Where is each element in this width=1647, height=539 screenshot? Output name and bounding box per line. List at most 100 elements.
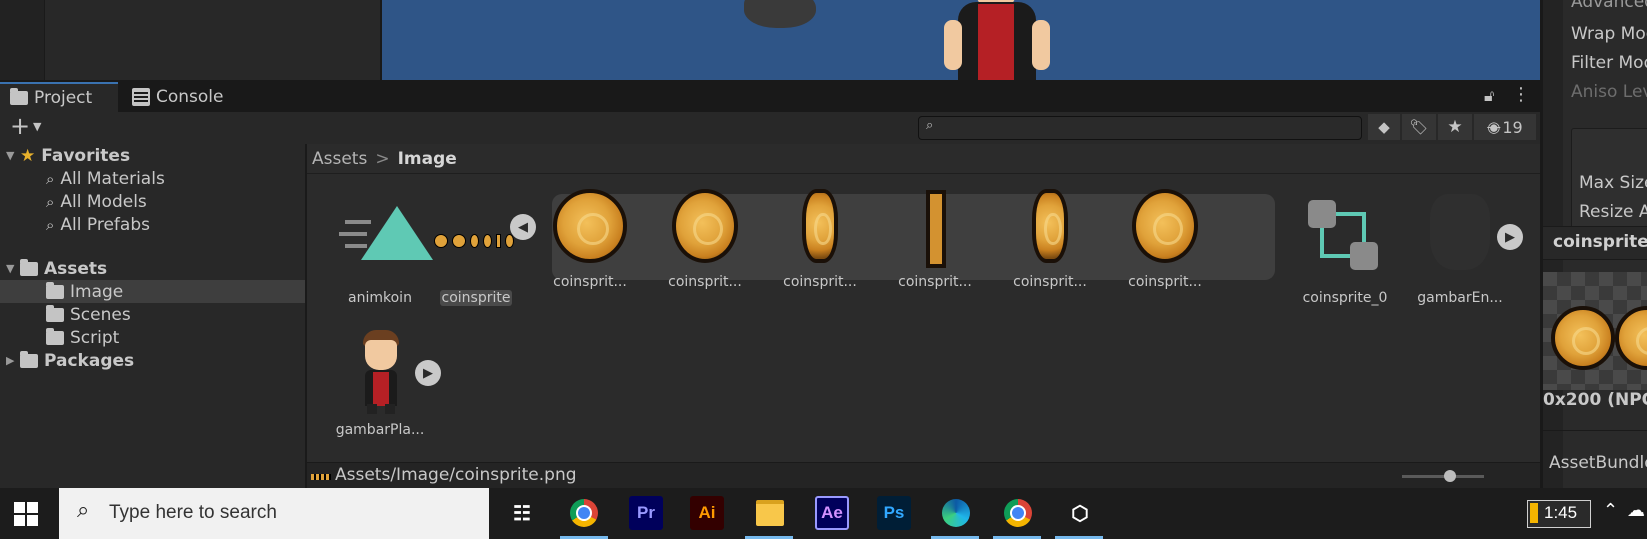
inspector-wrap-mode-label: Wrap Mod: [1571, 24, 1647, 44]
favorite-button[interactable]: ★: [1438, 114, 1472, 140]
chrome-icon[interactable]: [567, 496, 601, 530]
asset-coin-frame[interactable]: coinsprit...: [995, 184, 1105, 314]
folder-icon: [20, 350, 38, 368]
file-explorer-icon[interactable]: [753, 496, 787, 530]
edge-icon[interactable]: [939, 496, 973, 530]
asset-coin-frame[interactable]: coinsprit...: [535, 184, 645, 314]
preview-size-label: 0x200 (NPOT: [1543, 390, 1647, 410]
tree-favorites[interactable]: ▼ ★ Favorites: [6, 144, 130, 167]
coin-frame-thumbnail: [802, 189, 838, 263]
illustrator-icon[interactable]: Ai: [690, 496, 724, 530]
slider-handle[interactable]: [1444, 470, 1456, 482]
breadcrumb-separator: >: [375, 148, 390, 169]
scene-player-sprite: [938, 0, 1054, 80]
packages-label: Packages: [44, 350, 135, 371]
asset-label: animkoin: [348, 290, 412, 306]
after-effects-icon[interactable]: Ae: [815, 496, 849, 530]
tab-console-label: Console: [156, 87, 224, 107]
tab-project[interactable]: Project: [0, 82, 118, 112]
favorite-item[interactable]: ⌕ All Prefabs: [46, 213, 150, 236]
hierarchy-panel: [45, 0, 382, 80]
preview-header: coinsprite: [1543, 226, 1647, 260]
expand-subassets-button[interactable]: ▶: [415, 360, 441, 386]
asset-label: coinsprit...: [553, 274, 627, 290]
tree-assets[interactable]: ▼ Assets: [6, 257, 107, 280]
tab-project-label: Project: [34, 88, 93, 108]
folder-label: Scenes: [70, 304, 131, 325]
inspector-panel: Advanced Wrap Mod Filter Mod Aniso Lev M…: [1541, 0, 1647, 488]
asset-label: coinsprite_0: [1302, 290, 1388, 306]
project-tabbar: Project Console 🔓︎ ⋮: [0, 82, 1540, 112]
create-plus-icon[interactable]: +: [10, 112, 30, 140]
player-sprite-thumbnail: [355, 330, 407, 414]
favorite-label: All Materials: [60, 168, 165, 189]
asset-coin-frame[interactable]: coinsprit...: [880, 184, 990, 314]
create-dropdown-icon[interactable]: ▼: [33, 120, 41, 133]
coin-frame-thumbnail: [1132, 189, 1198, 263]
collapse-subassets-button[interactable]: ◀: [510, 214, 536, 240]
expand-subassets-button[interactable]: ▶: [1497, 224, 1523, 250]
tree-packages[interactable]: ▶ Packages: [6, 349, 134, 372]
asset-coinsprite[interactable]: coinsprite: [420, 184, 530, 314]
windows-start-button[interactable]: [14, 502, 38, 526]
coin-frame-thumbnail: [926, 190, 946, 268]
collapse-triangle-icon[interactable]: ▶: [6, 354, 20, 367]
asset-coin-frame[interactable]: coinsprit...: [650, 184, 760, 314]
photoshop-icon[interactable]: Ps: [877, 496, 911, 530]
tree-folder-script[interactable]: Script: [46, 326, 119, 349]
asset-label: gambarPla...: [335, 422, 425, 438]
folder-icon: [46, 327, 64, 345]
preview-title: coinsprite: [1553, 232, 1647, 252]
enemy-sprite-thumbnail: [1430, 194, 1490, 270]
asset-animkoin[interactable]: animkoin: [325, 184, 435, 314]
coin-frame-thumbnail: [1032, 189, 1068, 263]
breadcrumb-root[interactable]: Assets: [312, 149, 367, 169]
search-field[interactable]: [943, 118, 1347, 138]
clock-widget[interactable]: 1:45: [1527, 500, 1591, 528]
unity-icon[interactable]: ⬡: [1063, 496, 1097, 530]
chevron-up-icon[interactable]: ⌃: [1603, 500, 1618, 521]
favorite-item[interactable]: ⌕ All Models: [46, 190, 147, 213]
coin-frame-thumbnail: [553, 189, 627, 263]
premiere-icon[interactable]: Pr: [629, 496, 663, 530]
clock-badge: [1530, 503, 1538, 523]
asset-gambar-enemy[interactable]: gambarEn...: [1405, 184, 1515, 314]
inspector-aniso-label: Aniso Lev: [1571, 82, 1647, 102]
asset-coin-frame[interactable]: coinsprit...: [765, 184, 875, 314]
breadcrumb-current[interactable]: Image: [398, 149, 457, 169]
search-icon: ⌕: [77, 498, 90, 523]
project-pathbar: Assets/Image/coinsprite.png: [307, 462, 1540, 489]
assetbundle-label: AssetBundle: [1549, 453, 1647, 473]
asset-gambar-player[interactable]: gambarPla...: [325, 320, 435, 450]
taskbar-search-box[interactable]: ⌕ Type here to search: [59, 488, 489, 539]
star-icon: ★: [20, 145, 36, 166]
expand-triangle-icon[interactable]: ▼: [6, 149, 20, 162]
search-icon: ⌕: [46, 215, 55, 234]
icon-size-slider[interactable]: [1402, 470, 1484, 482]
inspector-advanced-label[interactable]: Advanced: [1571, 0, 1647, 12]
asset-coinsprite-0[interactable]: coinsprite_0: [1290, 184, 1400, 314]
chrome-profile-icon[interactable]: [1001, 496, 1035, 530]
filter-by-type-button[interactable]: ◆: [1368, 114, 1400, 140]
tab-console[interactable]: Console: [122, 82, 252, 112]
console-icon: [132, 88, 150, 106]
favorite-item[interactable]: ⌕ All Materials: [46, 167, 165, 190]
tree-folder-image[interactable]: Image: [46, 280, 123, 303]
hidden-packages-button[interactable]: ◉ 19: [1474, 114, 1536, 140]
expand-triangle-icon[interactable]: ▼: [6, 262, 20, 275]
search-input[interactable]: ⌕: [918, 116, 1362, 140]
tree-folder-scenes[interactable]: Scenes: [46, 303, 131, 326]
search-icon: ⌕: [46, 169, 55, 188]
filter-by-label-button[interactable]: 🏷︎: [1402, 114, 1436, 140]
prefab-variant-icon: [1308, 200, 1384, 276]
favorites-label: Favorites: [41, 145, 131, 166]
project-toolbar: + ▼ ⌕ ◆ 🏷︎ ★ ◉ 19: [0, 112, 1540, 145]
preview-coin-frame-2: [1615, 306, 1647, 370]
cloud-icon[interactable]: ☁: [1627, 500, 1645, 521]
asset-coin-frame[interactable]: coinsprit...: [1110, 184, 1220, 314]
lock-icon[interactable]: 🔓︎: [1484, 86, 1494, 106]
task-view-icon[interactable]: ☷: [505, 496, 539, 530]
scene-view[interactable]: [382, 0, 1540, 80]
kebab-menu-icon[interactable]: ⋮: [1512, 84, 1530, 105]
favorite-label: All Prefabs: [60, 214, 150, 235]
